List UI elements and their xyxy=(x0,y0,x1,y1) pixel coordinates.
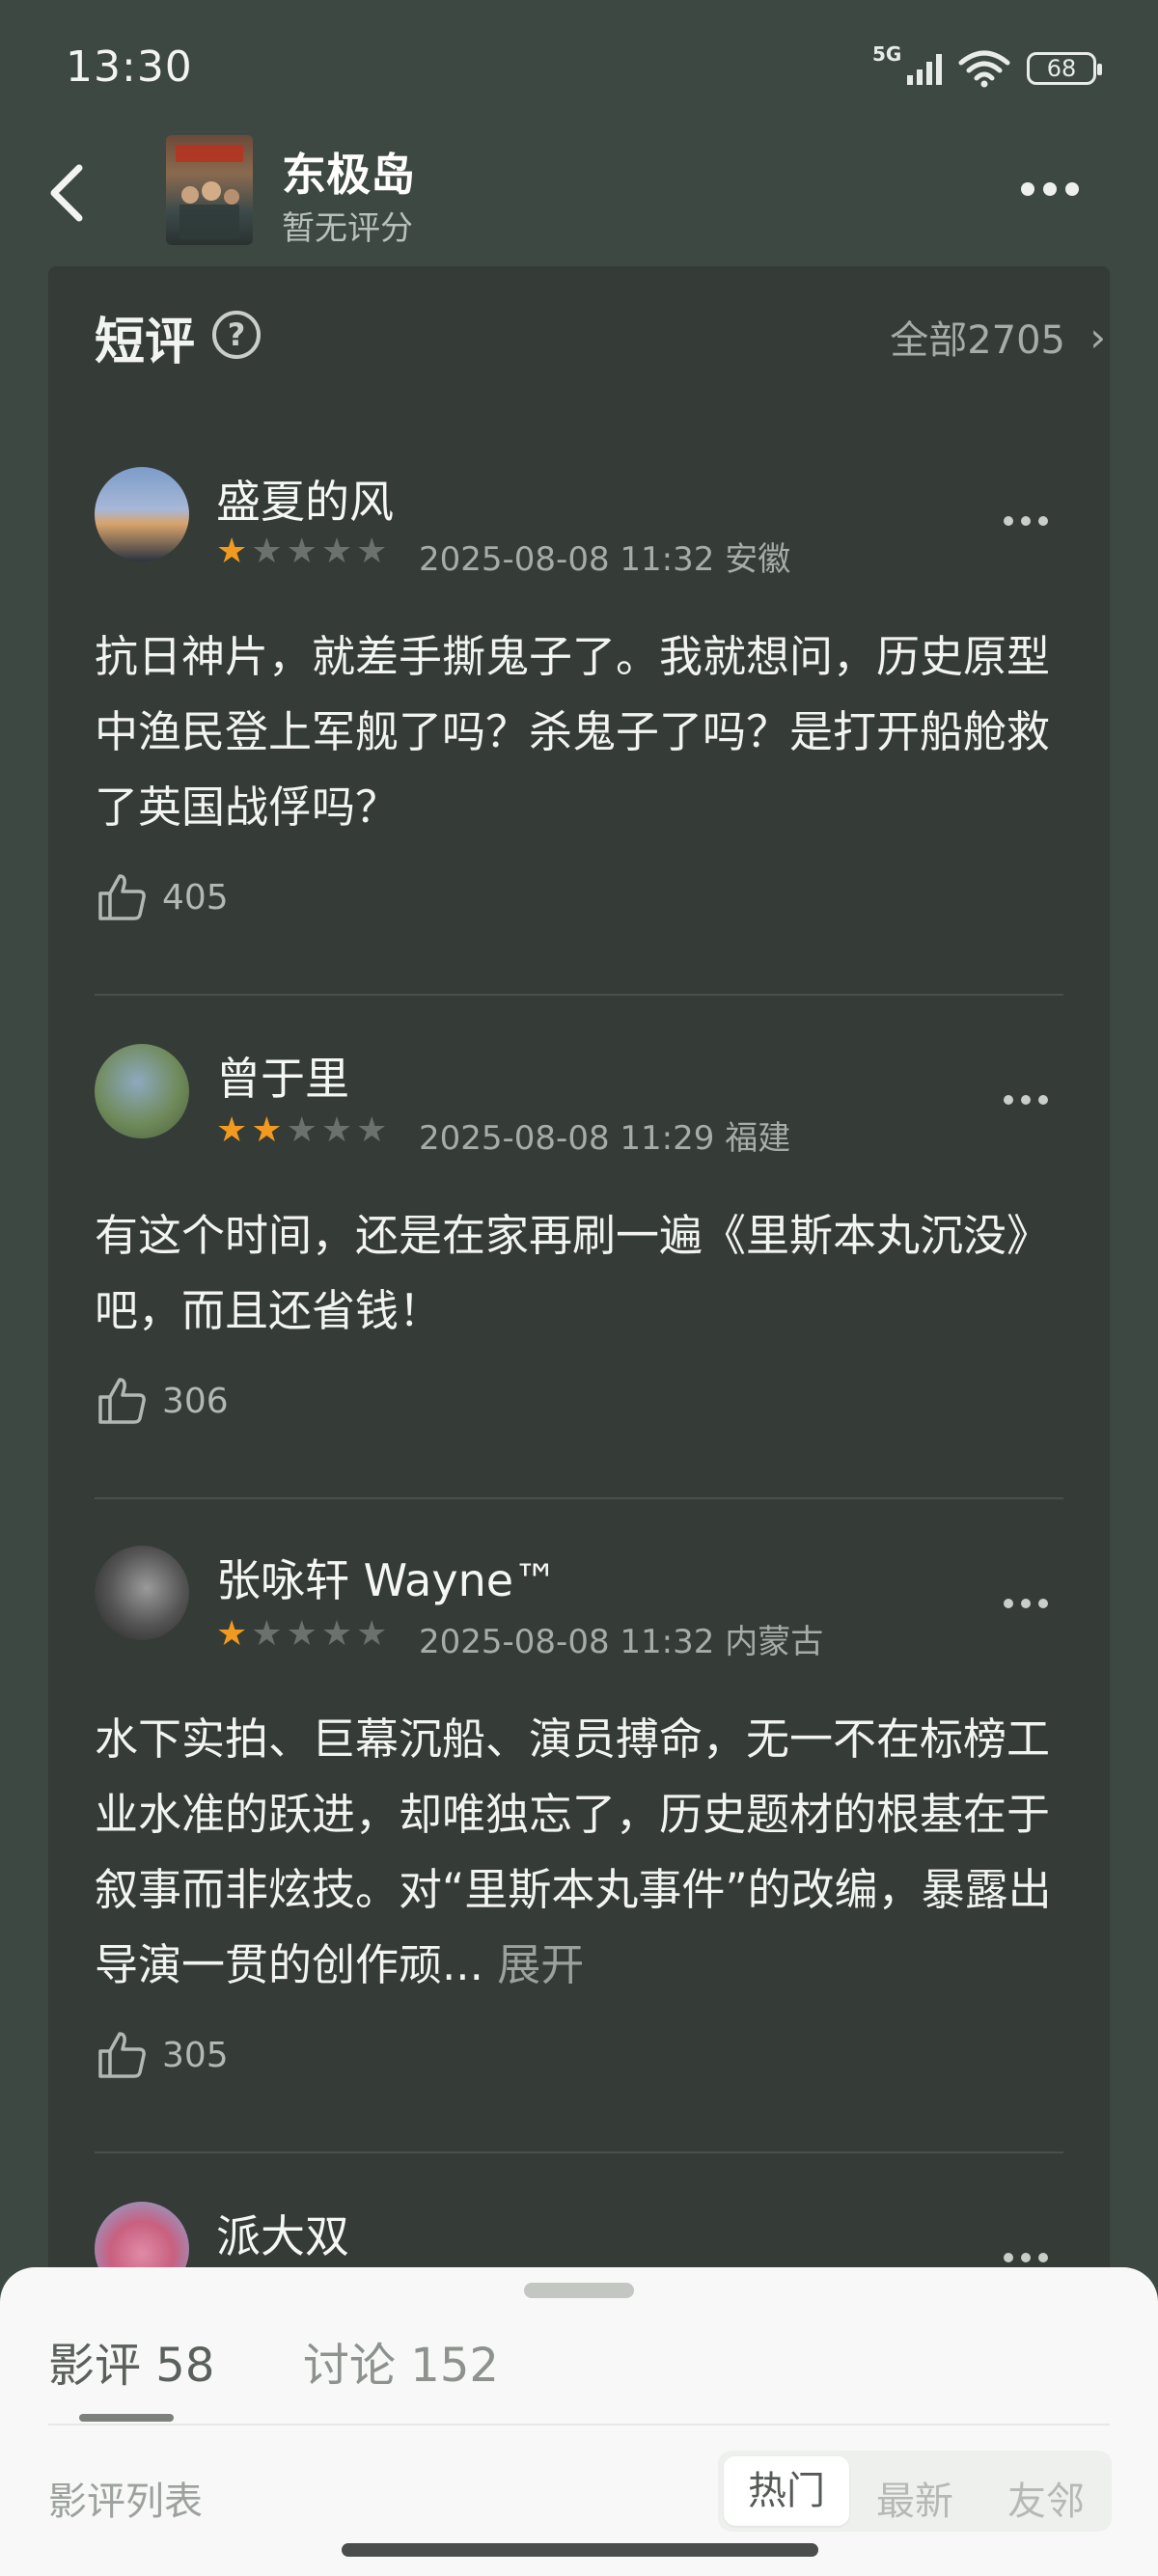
review-more-icon[interactable] xyxy=(1004,2248,1056,2266)
tab-discussions[interactable]: 讨论 152 xyxy=(303,2327,499,2395)
battery-icon: 68 xyxy=(1027,52,1102,85)
tab-count: 58 xyxy=(155,2339,215,2393)
movie-title: 东极岛 xyxy=(282,149,415,201)
tab-label: 讨论 xyxy=(303,2339,397,2393)
review-divider xyxy=(95,994,1063,996)
status-time: 13:30 xyxy=(66,42,193,92)
review-username[interactable]: 张咏轩 Wayne™ xyxy=(216,1546,558,1609)
help-icon[interactable]: ? xyxy=(212,311,261,359)
review-datetime: 2025-08-08 11:32 xyxy=(419,1623,715,1661)
review-meta: 2025-08-08 11:32 安徽 xyxy=(419,533,790,580)
tab-label: 影评 xyxy=(48,2339,142,2393)
movie-poster[interactable] xyxy=(166,135,253,245)
like-count: 306 xyxy=(162,1381,229,1421)
sort-newest-button[interactable]: 最新 xyxy=(876,2470,953,2526)
review-more-icon[interactable] xyxy=(1004,1090,1056,1109)
avatar[interactable] xyxy=(95,1044,189,1138)
review-more-icon[interactable] xyxy=(1004,511,1056,530)
active-tab-indicator xyxy=(79,2414,174,2422)
rating-stars: ★ ★ ★ ★ ★ xyxy=(216,1614,388,1654)
review-username[interactable]: 曾于里 xyxy=(216,1044,349,1108)
review-username[interactable]: 盛夏的风 xyxy=(216,467,394,531)
home-indicator[interactable] xyxy=(342,2543,818,2557)
rating-stars: ★ ★ ★ ★ ★ xyxy=(216,1110,388,1150)
wifi-icon xyxy=(958,50,1010,88)
like-count: 305 xyxy=(162,2035,229,2075)
review-list-label: 影评列表 xyxy=(48,2480,203,2524)
review-text[interactable]: 有这个时间，还是在家再刷一遍《里斯本丸沉没》吧，而且还省钱！ xyxy=(95,1198,1060,1349)
like-button[interactable]: 405 xyxy=(95,870,229,924)
sort-hot-button[interactable]: 热门 xyxy=(724,2456,849,2526)
thumbs-up-icon xyxy=(98,2032,146,2078)
expand-link[interactable]: 展开 xyxy=(497,1939,584,1990)
all-reviews-link[interactable]: 全部2705 xyxy=(890,309,1065,365)
like-button[interactable]: 306 xyxy=(95,1374,229,1428)
thumbs-up-icon xyxy=(98,874,146,920)
thumbs-up-icon xyxy=(98,1378,146,1424)
review-datetime: 2025-08-08 11:29 xyxy=(419,1119,715,1158)
sheet-divider xyxy=(48,2424,1110,2425)
review-meta: 2025-08-08 11:32 内蒙古 xyxy=(419,1615,823,1662)
review-text[interactable]: 抗日神片，就差手撕鬼子了。我就想问，历史原型中渔民登上军舰了吗？杀鬼子了吗？是打… xyxy=(95,619,1060,845)
section-title: 短评 xyxy=(95,314,196,371)
review-username[interactable]: 派大双 xyxy=(216,2202,349,2265)
status-icons: 5G 68 xyxy=(872,42,1102,93)
rating-stars: ★ ★ ★ ★ ★ xyxy=(216,532,388,571)
review-divider xyxy=(95,1497,1063,1499)
review-location: 福建 xyxy=(725,1119,791,1158)
tab-reviews[interactable]: 影评 58 xyxy=(48,2327,214,2395)
tab-count: 152 xyxy=(410,2339,499,2393)
review-text-block[interactable]: 水下实拍、巨幕沉船、演员搏命，无一不在标榜工业水准的跃进，却唯独忘了，历史题材的… xyxy=(95,1702,1060,2003)
more-options-icon[interactable] xyxy=(1021,181,1090,201)
review-divider xyxy=(95,2151,1063,2153)
review-meta: 2025-08-08 11:29 福建 xyxy=(419,1111,790,1159)
review-more-icon[interactable] xyxy=(1004,1594,1056,1612)
sort-friends-button[interactable]: 友邻 xyxy=(1007,2470,1085,2526)
back-icon[interactable] xyxy=(39,154,106,232)
poster-art xyxy=(176,145,243,239)
chevron-right-icon[interactable]: › xyxy=(1089,314,1106,361)
avatar[interactable] xyxy=(95,1546,189,1640)
network-type: 5G xyxy=(872,42,902,66)
sheet-drag-handle[interactable] xyxy=(524,2283,634,2298)
movie-rating: 暂无评分 xyxy=(282,209,413,248)
review-location: 内蒙古 xyxy=(725,1623,824,1661)
like-button[interactable]: 305 xyxy=(95,2028,229,2082)
signal-icon: 5G xyxy=(872,42,942,85)
avatar[interactable] xyxy=(95,467,189,562)
review-location: 安徽 xyxy=(725,540,791,579)
review-datetime: 2025-08-08 11:32 xyxy=(419,540,715,579)
like-count: 405 xyxy=(162,877,229,918)
